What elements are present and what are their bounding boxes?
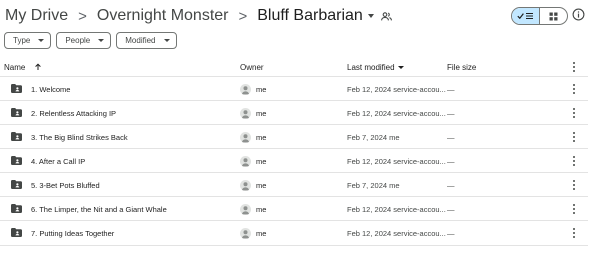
more-actions-icon[interactable] bbox=[572, 108, 576, 118]
shared-folder-icon bbox=[11, 132, 22, 141]
table-row[interactable]: 2. Relentless Attacking IP me Feb 12, 2024… bbox=[0, 100, 588, 125]
avatar bbox=[240, 203, 251, 215]
owner-name: me bbox=[256, 228, 267, 238]
shared-folder-icon bbox=[11, 84, 22, 93]
shared-folder-icon bbox=[11, 108, 22, 117]
chevron-down-icon[interactable] bbox=[367, 14, 374, 18]
owner-cell: me bbox=[240, 221, 266, 245]
more-actions-icon[interactable] bbox=[572, 180, 576, 190]
owner-name: me bbox=[256, 180, 267, 190]
shared-folder-icon bbox=[11, 228, 22, 237]
owner-name: me bbox=[256, 204, 267, 214]
owner-cell: me bbox=[240, 101, 266, 125]
file-name[interactable]: 3. The Big Blind Strikes Back bbox=[31, 125, 128, 149]
file-size-cell: — bbox=[447, 84, 455, 94]
owner-cell: me bbox=[240, 197, 266, 221]
people-filter-chip[interactable]: People bbox=[56, 32, 112, 49]
current-folder-title[interactable]: Bluff Barbarian bbox=[257, 7, 363, 25]
file-size-cell: — bbox=[447, 156, 455, 166]
grid-view-button[interactable] bbox=[540, 8, 567, 24]
file-name[interactable]: 1. Welcome bbox=[31, 77, 70, 101]
last-modified-cell: Feb 12, 2024 service-accou... bbox=[347, 84, 446, 94]
avatar bbox=[240, 107, 251, 119]
last-modified-column-label: Last modified bbox=[347, 62, 395, 72]
file-name[interactable]: 2. Relentless Attacking IP bbox=[31, 101, 116, 125]
owner-name: me bbox=[256, 108, 267, 118]
breadcrumb-my-drive[interactable]: My Drive bbox=[5, 7, 68, 25]
type-filter-label: Type bbox=[13, 36, 31, 45]
name-column-header[interactable]: Name bbox=[4, 60, 42, 74]
file-size-column-header[interactable]: File size bbox=[447, 60, 476, 74]
filter-bar: Type People Modified bbox=[4, 32, 182, 49]
owner-cell: me bbox=[240, 173, 266, 197]
file-size-cell: — bbox=[447, 204, 455, 214]
owner-name: me bbox=[256, 156, 267, 166]
breadcrumb-overnight-monster[interactable]: Overnight Monster bbox=[97, 7, 229, 25]
column-options-icon[interactable] bbox=[572, 62, 576, 72]
shared-folder-icon bbox=[11, 156, 22, 165]
type-filter-chip[interactable]: Type bbox=[4, 32, 52, 49]
checkmark-list-icon bbox=[517, 12, 533, 20]
grid-icon bbox=[549, 12, 558, 20]
avatar bbox=[240, 227, 251, 239]
file-name[interactable]: 4. After a Call IP bbox=[31, 149, 85, 173]
breadcrumb: My Drive > Overnight Monster > Bluff Bar… bbox=[5, 4, 392, 28]
more-actions-icon[interactable] bbox=[572, 228, 576, 238]
more-actions-icon[interactable] bbox=[572, 156, 576, 166]
file-name[interactable]: 7. Putting Ideas Together bbox=[31, 221, 114, 245]
list-view-button[interactable] bbox=[512, 8, 540, 24]
table-row[interactable]: 5. 3-Bet Pots Bluffed me Feb 7, 2024 me — bbox=[0, 172, 588, 197]
file-size-cell: — bbox=[447, 108, 455, 118]
shared-folder-icon bbox=[11, 204, 22, 213]
file-name[interactable]: 5. 3-Bet Pots Bluffed bbox=[31, 173, 100, 197]
table-row[interactable]: 1. Welcome me Feb 12, 2024 service-accou..… bbox=[0, 76, 588, 101]
table-row[interactable]: 3. The Big Blind Strikes Back me Feb 7, 20… bbox=[0, 124, 588, 149]
last-modified-cell: Feb 12, 2024 service-accou... bbox=[347, 204, 446, 214]
more-actions-icon[interactable] bbox=[572, 84, 576, 94]
file-size-cell: — bbox=[447, 132, 455, 142]
more-actions-icon[interactable] bbox=[572, 132, 576, 142]
file-name[interactable]: 6. The Limper, the Nit and a Giant Whale bbox=[31, 197, 167, 221]
name-column-label: Name bbox=[4, 62, 26, 72]
table-header: Name Owner Last modified File size bbox=[0, 60, 588, 74]
shared-folder-icon bbox=[11, 180, 22, 189]
dropdown-arrow-icon bbox=[98, 39, 105, 42]
avatar bbox=[240, 179, 251, 191]
breadcrumb-separator: > bbox=[78, 7, 87, 25]
owner-name: me bbox=[256, 84, 267, 94]
owner-cell: me bbox=[240, 77, 266, 101]
last-modified-cell: Feb 12, 2024 service-accou... bbox=[347, 228, 446, 238]
sort-arrow-up-icon bbox=[35, 63, 42, 70]
modified-filter-chip[interactable]: Modified bbox=[116, 32, 177, 49]
file-size-cell: — bbox=[447, 180, 455, 190]
avatar bbox=[240, 155, 251, 167]
last-modified-cell: Feb 7, 2024 me bbox=[347, 180, 400, 190]
last-modified-column-header[interactable]: Last modified bbox=[347, 60, 404, 74]
sort-direction-down-icon bbox=[397, 65, 404, 69]
owner-cell: me bbox=[240, 125, 266, 149]
last-modified-cell: Feb 12, 2024 service-accou... bbox=[347, 156, 446, 166]
view-toggle bbox=[511, 7, 568, 25]
table-row[interactable]: 7. Putting Ideas Together me Feb 12, 2024 … bbox=[0, 220, 588, 246]
table-row[interactable]: 4. After a Call IP me Feb 12, 2024 service… bbox=[0, 148, 588, 173]
people-filter-label: People bbox=[65, 36, 91, 45]
avatar bbox=[240, 131, 251, 143]
modified-filter-label: Modified bbox=[125, 36, 156, 45]
info-icon[interactable] bbox=[572, 8, 585, 21]
breadcrumb-separator: > bbox=[238, 7, 248, 25]
table-row[interactable]: 6. The Limper, the Nit and a Giant Whale… bbox=[0, 196, 588, 221]
file-size-cell: — bbox=[447, 228, 455, 238]
last-modified-cell: Feb 7, 2024 me bbox=[347, 132, 400, 142]
shared-people-icon bbox=[380, 11, 392, 21]
dropdown-arrow-icon bbox=[38, 39, 45, 42]
owner-column-header[interactable]: Owner bbox=[240, 60, 264, 74]
owner-cell: me bbox=[240, 149, 266, 173]
owner-name: me bbox=[256, 132, 267, 142]
avatar bbox=[240, 83, 251, 95]
last-modified-cell: Feb 12, 2024 service-accou... bbox=[347, 108, 446, 118]
more-actions-icon[interactable] bbox=[572, 204, 576, 214]
dropdown-arrow-icon bbox=[163, 39, 170, 42]
